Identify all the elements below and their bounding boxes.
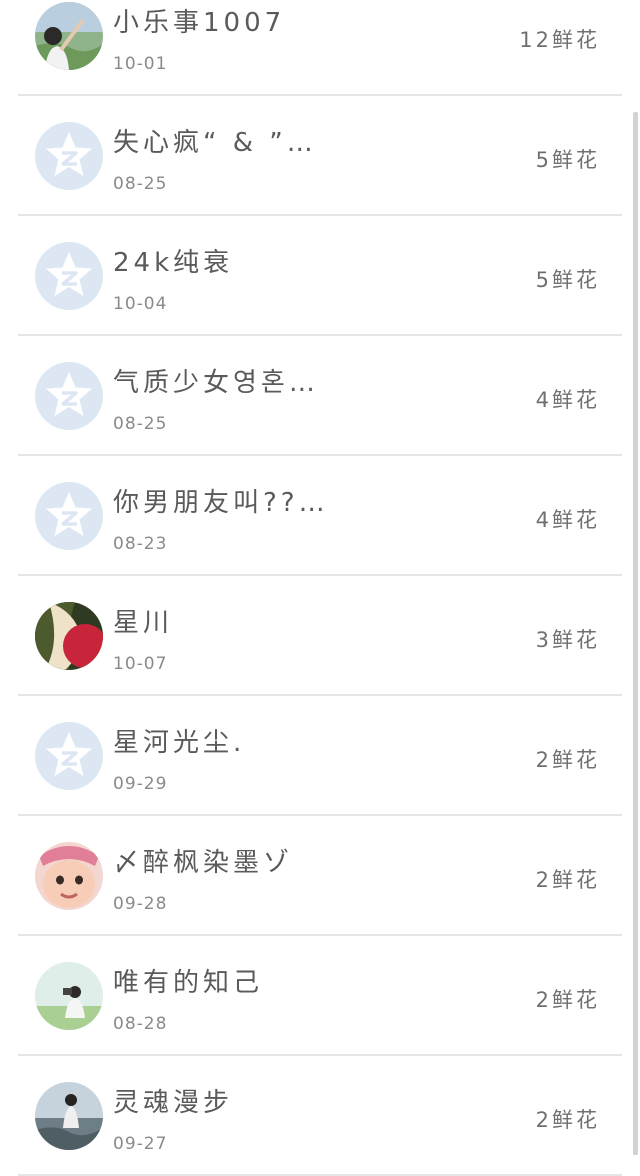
date: 08-25: [113, 174, 168, 194]
date: 09-29: [113, 774, 168, 794]
list-item[interactable]: 唯有的知己 08-28 2鲜花: [18, 936, 622, 1056]
list-item[interactable]: 小乐事1007 10-01 12鲜花: [18, 0, 622, 96]
date: 08-25: [113, 414, 168, 434]
user-name: 小乐事1007: [113, 8, 286, 38]
user-name: 灵魂漫步: [113, 1088, 234, 1118]
date: 09-27: [113, 1134, 168, 1154]
flower-count: 4鲜花: [535, 508, 600, 532]
default-qzone-star-icon: [46, 372, 92, 416]
date: 08-28: [113, 1014, 168, 1034]
list-item[interactable]: 气质少女영혼… 08-25 4鲜花: [18, 336, 622, 456]
list-item[interactable]: 星川 10-07 3鲜花: [18, 576, 622, 696]
list-item[interactable]: 你男朋友叫??… 08-23 4鲜花: [18, 456, 622, 576]
avatar[interactable]: [35, 122, 103, 190]
default-qzone-star-icon: [46, 492, 92, 536]
default-qzone-star-icon: [46, 252, 92, 296]
flower-count: 2鲜花: [535, 1108, 600, 1132]
default-qzone-star-icon: [46, 732, 92, 776]
date: 09-28: [113, 894, 168, 914]
date: 10-07: [113, 654, 168, 674]
user-name: 失心疯“ & ”…: [113, 128, 317, 158]
flower-count: 2鲜花: [535, 868, 600, 892]
list-item[interactable]: 星河光尘. 09-29 2鲜花: [18, 696, 622, 816]
avatar[interactable]: [35, 722, 103, 790]
avatar[interactable]: [35, 362, 103, 430]
avatar[interactable]: [35, 1082, 103, 1150]
list-item[interactable]: 失心疯“ & ”… 08-25 5鲜花: [18, 96, 622, 216]
flower-count: 3鲜花: [535, 628, 600, 652]
list-item[interactable]: 〆醉枫染墨ゾ 09-28 2鲜花: [18, 816, 622, 936]
default-qzone-star-icon: [46, 132, 92, 176]
flower-count: 2鲜花: [535, 748, 600, 772]
list-item[interactable]: 24k纯衰 10-04 5鲜花: [18, 216, 622, 336]
flower-count: 5鲜花: [535, 268, 600, 292]
list-item[interactable]: 灵魂漫步 09-27 2鲜花: [18, 1056, 622, 1176]
date: 08-23: [113, 534, 168, 554]
avatar[interactable]: [35, 482, 103, 550]
scrollbar[interactable]: [633, 112, 638, 1155]
user-name: 24k纯衰: [113, 248, 234, 278]
user-name: 气质少女영혼…: [113, 368, 319, 398]
user-name: 星川: [113, 608, 174, 638]
date: 10-04: [113, 294, 168, 314]
user-name: 唯有的知己: [113, 968, 264, 998]
user-name: 星河光尘.: [113, 728, 246, 758]
flower-count: 2鲜花: [535, 988, 600, 1012]
avatar[interactable]: [35, 2, 103, 70]
avatar[interactable]: [35, 242, 103, 310]
flower-count: 12鲜花: [519, 28, 600, 52]
flower-count: 5鲜花: [535, 148, 600, 172]
user-name: 你男朋友叫??…: [113, 488, 329, 518]
flower-ranking-list: 小乐事1007 10-01 12鲜花 失心疯“ & ”… 08-25 5鲜花 2…: [0, 0, 640, 1176]
user-name: 〆醉枫染墨ゾ: [113, 848, 294, 878]
flower-count: 4鲜花: [535, 388, 600, 412]
avatar[interactable]: [35, 602, 103, 670]
avatar[interactable]: [35, 962, 103, 1030]
avatar[interactable]: [35, 842, 103, 910]
date: 10-01: [113, 54, 168, 74]
